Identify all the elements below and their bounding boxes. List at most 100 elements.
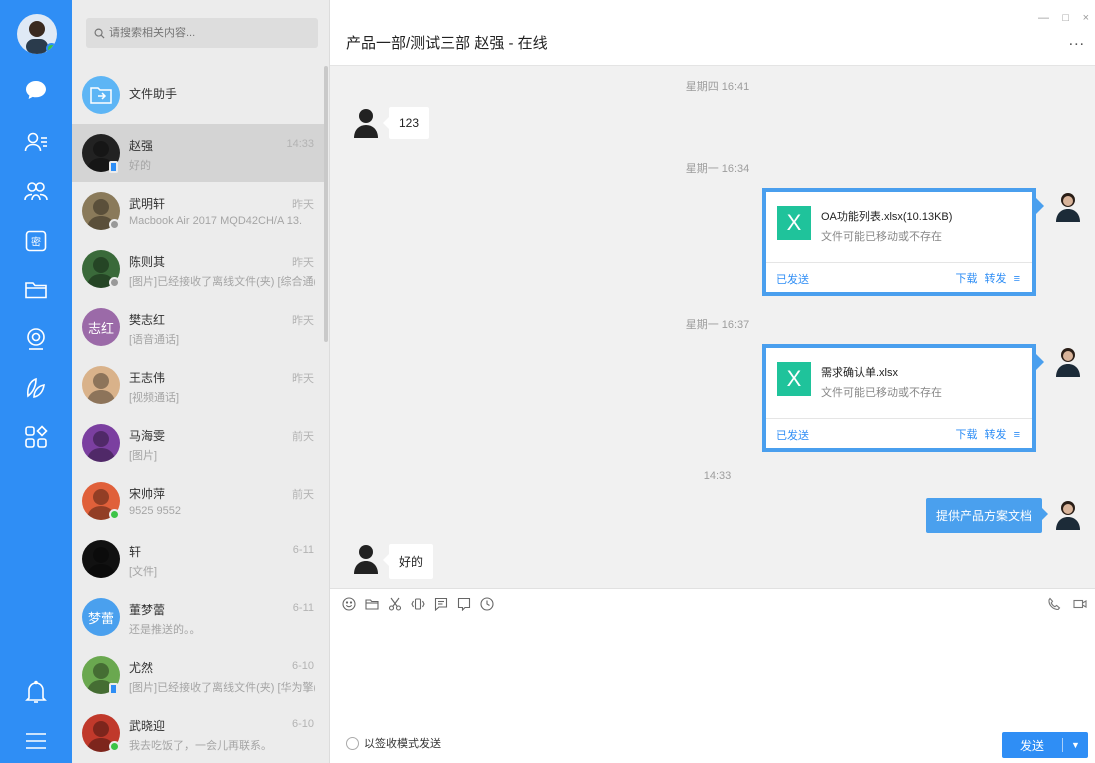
contact-name: 马海雯 — [129, 429, 166, 443]
contact-name: 赵强 — [129, 139, 154, 153]
file-footer: 已发送 下载 转发 ≡ — [766, 262, 1032, 292]
composer-toolbar — [342, 597, 494, 611]
maximize-button[interactable]: □ — [1062, 12, 1069, 24]
file-message[interactable]: X 需求确认单.xlsx 文件可能已移动或不存在 已发送 下载 转发 ≡ — [762, 344, 1044, 452]
groups-icon[interactable] — [20, 175, 52, 207]
minimize-button[interactable]: — — [1038, 12, 1049, 24]
message-time: 前天 — [292, 431, 314, 443]
chat-icon[interactable] — [20, 74, 52, 106]
contact-item[interactable]: 文件助手 — [72, 66, 324, 124]
apps-icon[interactable] — [20, 421, 52, 453]
menu-icon[interactable] — [20, 725, 52, 757]
contact-name: 宋帅萍 — [129, 487, 166, 501]
status-badge — [109, 161, 118, 173]
sign-mode-label: 以签收模式发送 — [364, 738, 441, 750]
contact-name: 尤然 — [129, 661, 154, 675]
chat-panel: 产品一部/测试三部 赵强 - 在线 — □ × ... 星期四 16:41 12… — [330, 0, 1095, 763]
timestamp: 星期四 16:41 — [685, 81, 750, 93]
camera-icon[interactable] — [20, 323, 52, 355]
contact-item[interactable]: 王志伟 [视频通话] 昨天 — [72, 356, 324, 414]
sign-mode-radio[interactable] — [346, 736, 359, 750]
send-options-dropdown[interactable]: ▼ — [1063, 740, 1088, 750]
contact-name: 武晓迎 — [129, 719, 166, 733]
message-time: 昨天 — [292, 315, 314, 327]
download-link[interactable]: 下载 — [955, 429, 977, 441]
contact-item[interactable]: 轩 [文件] 6-11 — [72, 530, 324, 588]
leaf-app-icon[interactable] — [20, 372, 52, 404]
contact-item[interactable]: 武明轩 Macbook Air 2017 MQD42CH/A 13. 昨天 — [72, 182, 324, 240]
message-bubble[interactable]: 123 — [382, 107, 430, 139]
sign-mode-option[interactable]: 以签收模式发送 — [346, 735, 441, 751]
outgoing-message-bubble[interactable]: 提供产品方案文档 — [926, 498, 1049, 533]
video-call-icon[interactable] — [1073, 597, 1087, 611]
contact-item[interactable]: 尤然 [图片]已经接收了离线文件(夹) [华为擎(6-10 — [72, 646, 324, 704]
my-avatar-small[interactable] — [1054, 498, 1082, 530]
status-badge — [109, 683, 118, 695]
message-time: 6-10 — [291, 718, 314, 730]
file-assistant-avatar — [82, 76, 120, 114]
contact-avatar[interactable] — [352, 106, 380, 138]
search-icon — [94, 28, 105, 39]
download-link[interactable]: 下载 — [955, 273, 977, 285]
contact-name: 陈则其 — [129, 255, 166, 269]
search-input[interactable] — [109, 27, 309, 39]
contact-item[interactable]: 陈则其 [图片]已经接收了离线文件(夹) [综合通( 昨天 — [72, 240, 324, 298]
contact-item[interactable]: 宋帅萍 9525 9552 前天 — [72, 472, 324, 530]
emoji-icon[interactable] — [342, 597, 356, 611]
contact-item[interactable]: 马海雯 [图片] 前天 — [72, 414, 324, 472]
sent-status: 已发送 — [776, 274, 809, 286]
file-message[interactable]: X OA功能列表.xlsx(10.13KB) 文件可能已移动或不存在 已发送 下… — [762, 188, 1044, 296]
contact-item[interactable]: 武晓迎 我去吃饭了，一会儿再联系。 6-10 — [72, 704, 324, 762]
contact-item[interactable]: 志红 樊志红 [语音通话] 昨天 — [72, 298, 324, 356]
remote-desktop-icon[interactable] — [457, 597, 471, 611]
my-avatar-small[interactable] — [1054, 345, 1082, 377]
last-message-preview: [图片] — [129, 450, 158, 462]
excel-file-icon: X — [777, 362, 811, 396]
message-bubble[interactable]: 好的 — [382, 544, 434, 579]
more-options-button[interactable]: ... — [1069, 33, 1085, 49]
contact-avatar[interactable] — [352, 542, 380, 574]
list-scrollbar[interactable] — [324, 66, 328, 342]
folder-icon[interactable] — [365, 597, 379, 611]
status-badge — [109, 509, 120, 520]
send-button[interactable]: 发送 ▼ — [1002, 732, 1088, 758]
file-menu-icon[interactable]: ≡ — [1014, 273, 1020, 285]
files-icon[interactable] — [20, 273, 52, 305]
file-status: 文件可能已移动或不存在 — [821, 231, 942, 243]
message-composer[interactable]: 以签收模式发送 发送 ▼ — [330, 588, 1095, 763]
my-avatar[interactable] — [17, 14, 57, 54]
last-message-preview: [图片]已经接收了离线文件(夹) [综合通( — [129, 276, 315, 288]
message-time: 6-11 — [292, 602, 314, 614]
nav-rail: 密 — [0, 0, 72, 763]
excel-file-icon: X — [777, 206, 811, 240]
message-time: 前天 — [292, 489, 314, 501]
history-icon[interactable] — [480, 597, 494, 611]
my-avatar-small[interactable] — [1054, 190, 1082, 222]
shake-icon[interactable] — [411, 597, 425, 611]
send-label[interactable]: 发送 — [1002, 737, 1062, 754]
forward-link[interactable]: 转发 — [985, 429, 1007, 441]
message-time: 14:33 — [286, 138, 314, 150]
forward-link[interactable]: 转发 — [985, 273, 1007, 285]
contact-avatar: 志红 — [82, 308, 120, 346]
chat-title: 产品一部/测试三部 赵强 - 在线 — [346, 35, 548, 52]
contact-item[interactable]: 梦蕾 董梦蕾 还是推送的。。 6-11 — [72, 588, 324, 646]
message-time: 昨天 — [292, 257, 314, 269]
status-badge — [109, 277, 120, 288]
bell-icon[interactable] — [20, 676, 52, 708]
contact-avatar: 梦蕾 — [82, 598, 120, 636]
close-button[interactable]: × — [1083, 12, 1089, 24]
last-message-preview: Macbook Air 2017 MQD42CH/A 13. — [129, 215, 303, 227]
screenshot-icon[interactable] — [388, 597, 402, 611]
contact-items: 文件助手 赵强 好的 14:33 武明轩 Macbook Air 2017 MQD42CH… — [72, 66, 324, 762]
status-badge — [109, 219, 120, 230]
quick-reply-icon[interactable] — [434, 597, 448, 611]
conversation-list: 文件助手赵强好的 14:33 武明轩 Macbook Air 2017 MQD42CH… — [72, 0, 330, 763]
phone-call-icon[interactable] — [1047, 597, 1061, 611]
last-message-preview: [图片]已经接收了离线文件(夹) [华为擎( — [129, 682, 315, 694]
contacts-icon[interactable] — [20, 126, 52, 158]
secret-chat-icon[interactable]: 密 — [20, 225, 52, 257]
contact-item[interactable]: 赵强 好的 14:33 — [72, 124, 324, 182]
search-box[interactable] — [86, 18, 318, 48]
file-menu-icon[interactable]: ≡ — [1014, 429, 1020, 441]
